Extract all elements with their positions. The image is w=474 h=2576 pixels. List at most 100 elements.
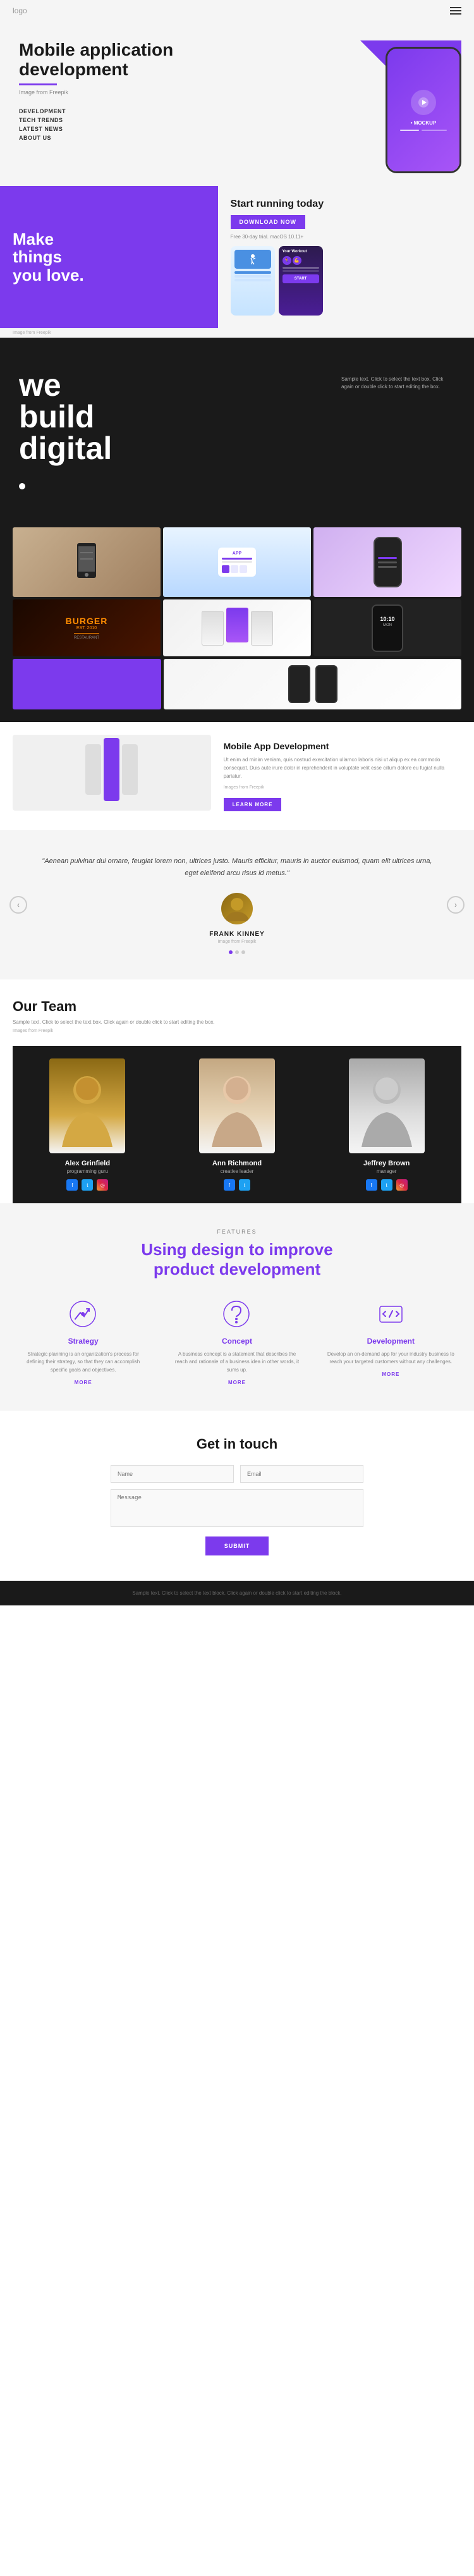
contact-form: SUBMIT xyxy=(111,1465,363,1555)
we-build-digital-section: we build digital Sample text. Click to s… xyxy=(0,338,474,521)
section3-dot-decoration xyxy=(19,483,25,489)
development-link[interactable]: MORE xyxy=(327,1371,455,1377)
trial-text: Free 30-day trial. macOS 10.11+ xyxy=(231,234,461,240)
mobile-dev-section: Mobile App Development Ut enim ad minim … xyxy=(0,722,474,830)
contact-title: Get in touch xyxy=(13,1436,461,1452)
hero-title: Mobile application development xyxy=(19,40,240,80)
ann-photo xyxy=(199,1058,275,1153)
submit-button[interactable]: SUBMIT xyxy=(205,1536,269,1555)
feature-concept: Concept A business concept is a statemen… xyxy=(166,1299,307,1385)
feature-development: Development Develop an on-demand app for… xyxy=(320,1299,461,1385)
mobile-dev-images xyxy=(13,735,211,818)
portfolio-section: APP BURGER EST. 2010 xyxy=(0,521,474,722)
testimonial-quote: "Aenean pulvinar dui ornare, feugiat lor… xyxy=(38,856,436,881)
ann-facebook-icon[interactable]: f xyxy=(224,1179,235,1191)
development-desc: Develop an on-demand app for your indust… xyxy=(327,1351,455,1367)
testimonial-avatar xyxy=(221,893,253,924)
testimonial-dot-1[interactable] xyxy=(229,950,233,954)
jeffrey-name: Jeffrey Brown xyxy=(321,1160,452,1167)
development-title: Development xyxy=(327,1337,455,1346)
nav-tech-trends[interactable]: TECH TRENDS xyxy=(19,117,240,123)
jeffrey-twitter-icon[interactable]: t xyxy=(381,1179,392,1191)
nav-latest-news[interactable]: LATEST NEWS xyxy=(19,126,240,132)
team-member-ann: Ann Richmond creative leader f t xyxy=(162,1046,312,1203)
running-section: Start running today DOWNLOAD NOW Free 30… xyxy=(218,186,474,328)
testimonial-name: FRANK KINNEY xyxy=(38,931,436,938)
team-credit: Images from Freepik xyxy=(13,1029,461,1033)
testimonial-dot-2[interactable] xyxy=(235,950,239,954)
form-row-1 xyxy=(111,1465,363,1483)
hero-subtitle: Image from Freepik xyxy=(19,89,240,95)
section3-description: Sample text. Click to select the text bo… xyxy=(341,376,455,391)
concept-link[interactable]: MORE xyxy=(173,1380,301,1385)
concept-desc: A business concept is a statement that d… xyxy=(173,1351,301,1375)
strategy-desc: Strategic planning is an organization's … xyxy=(19,1351,147,1375)
ann-role: creative leader xyxy=(172,1168,303,1174)
download-button[interactable]: DOWNLOAD NOW xyxy=(231,215,306,229)
portfolio-item-6: 10:10 MON xyxy=(313,599,461,656)
strategy-link[interactable]: MORE xyxy=(19,1380,147,1385)
strategy-title: Strategy xyxy=(19,1337,147,1346)
footer-text: Sample text. Click to select the text bl… xyxy=(13,1590,461,1596)
portfolio-item-1 xyxy=(13,527,161,597)
jeffrey-social: f t ◎ xyxy=(321,1179,452,1191)
alex-role: programming guru xyxy=(22,1168,153,1174)
mobile-dev-title: Mobile App Development xyxy=(224,741,461,751)
alex-name: Alex Grinfield xyxy=(22,1160,153,1167)
portfolio-item-3 xyxy=(313,527,461,597)
alex-facebook-icon[interactable]: f xyxy=(66,1179,78,1191)
email-input[interactable] xyxy=(240,1465,363,1483)
hero-underline xyxy=(19,83,57,85)
nav-development[interactable]: DEVELOPMENT xyxy=(19,108,240,114)
alex-instagram-icon[interactable]: ◎ xyxy=(97,1179,108,1191)
testimonial-section: ‹ "Aenean pulvinar dui ornare, feugiat l… xyxy=(0,830,474,980)
feature-strategy: Strategy Strategic planning is an organi… xyxy=(13,1299,154,1385)
testimonial-prev-button[interactable]: ‹ xyxy=(9,896,27,914)
logo: logo xyxy=(13,6,27,15)
jeffrey-role: manager xyxy=(321,1168,452,1174)
phone-mockup: • MOCKUP xyxy=(386,47,461,173)
ann-name: Ann Richmond xyxy=(172,1160,303,1167)
mobile-dev-credit: Images from Freepik xyxy=(224,784,461,791)
features-grid: Strategy Strategic planning is an organi… xyxy=(13,1299,461,1385)
testimonial-dots xyxy=(38,950,436,954)
testimonial-dot-3[interactable] xyxy=(241,950,245,954)
jeffrey-facebook-icon[interactable]: f xyxy=(366,1179,377,1191)
team-grid: Alex Grinfield programming guru f t ◎ An… xyxy=(13,1046,461,1203)
portfolio-item-2: APP xyxy=(163,527,311,597)
alex-photo xyxy=(49,1058,125,1153)
learn-more-button[interactable]: LEARN MORE xyxy=(224,798,282,811)
hamburger-menu[interactable] xyxy=(450,7,461,15)
portfolio-item-5 xyxy=(163,599,311,656)
make-things-left: Makethingsyou love. xyxy=(0,186,218,328)
portfolio-item-4: BURGER EST. 2010 RESTAURANT xyxy=(13,599,161,656)
our-team-description: Sample text. Click to select the text bo… xyxy=(13,1019,461,1026)
portfolio-mockup-white xyxy=(164,659,461,709)
section2-credit: Image from Freepik xyxy=(0,328,474,338)
team-member-jeffrey: Jeffrey Brown manager f t ◎ xyxy=(312,1046,461,1203)
music-icon xyxy=(411,90,436,115)
alex-twitter-icon[interactable]: t xyxy=(82,1179,93,1191)
concept-title: Concept xyxy=(173,1337,301,1346)
mockup-label: • MOCKUP xyxy=(411,120,437,126)
running-title: Start running today xyxy=(231,199,461,210)
testimonial-next-button[interactable]: › xyxy=(447,896,465,914)
message-textarea[interactable] xyxy=(111,1489,363,1527)
ann-twitter-icon[interactable]: t xyxy=(239,1179,250,1191)
name-input[interactable] xyxy=(111,1465,234,1483)
hero-section: Mobile application development Image fro… xyxy=(0,21,474,186)
phone-screen: • MOCKUP xyxy=(387,49,459,171)
jeffrey-photo xyxy=(349,1058,425,1153)
nav-about-us[interactable]: ABOUT US xyxy=(19,135,240,141)
our-team-title: Our Team xyxy=(13,998,461,1015)
jeffrey-instagram-icon[interactable]: ◎ xyxy=(396,1179,408,1191)
features-label: FEATURES xyxy=(13,1229,461,1235)
app-screens: Your Workout 🏃 💪 START xyxy=(231,246,461,316)
mobile-dev-content: Mobile App Development Ut enim ad minim … xyxy=(224,735,461,818)
features-title: Using design to improve product developm… xyxy=(13,1240,461,1279)
concept-icon xyxy=(221,1299,253,1330)
header: logo xyxy=(0,0,474,21)
alex-social: f t ◎ xyxy=(22,1179,153,1191)
make-things-title: Makethingsyou love. xyxy=(13,230,84,285)
strategy-icon xyxy=(68,1299,99,1330)
